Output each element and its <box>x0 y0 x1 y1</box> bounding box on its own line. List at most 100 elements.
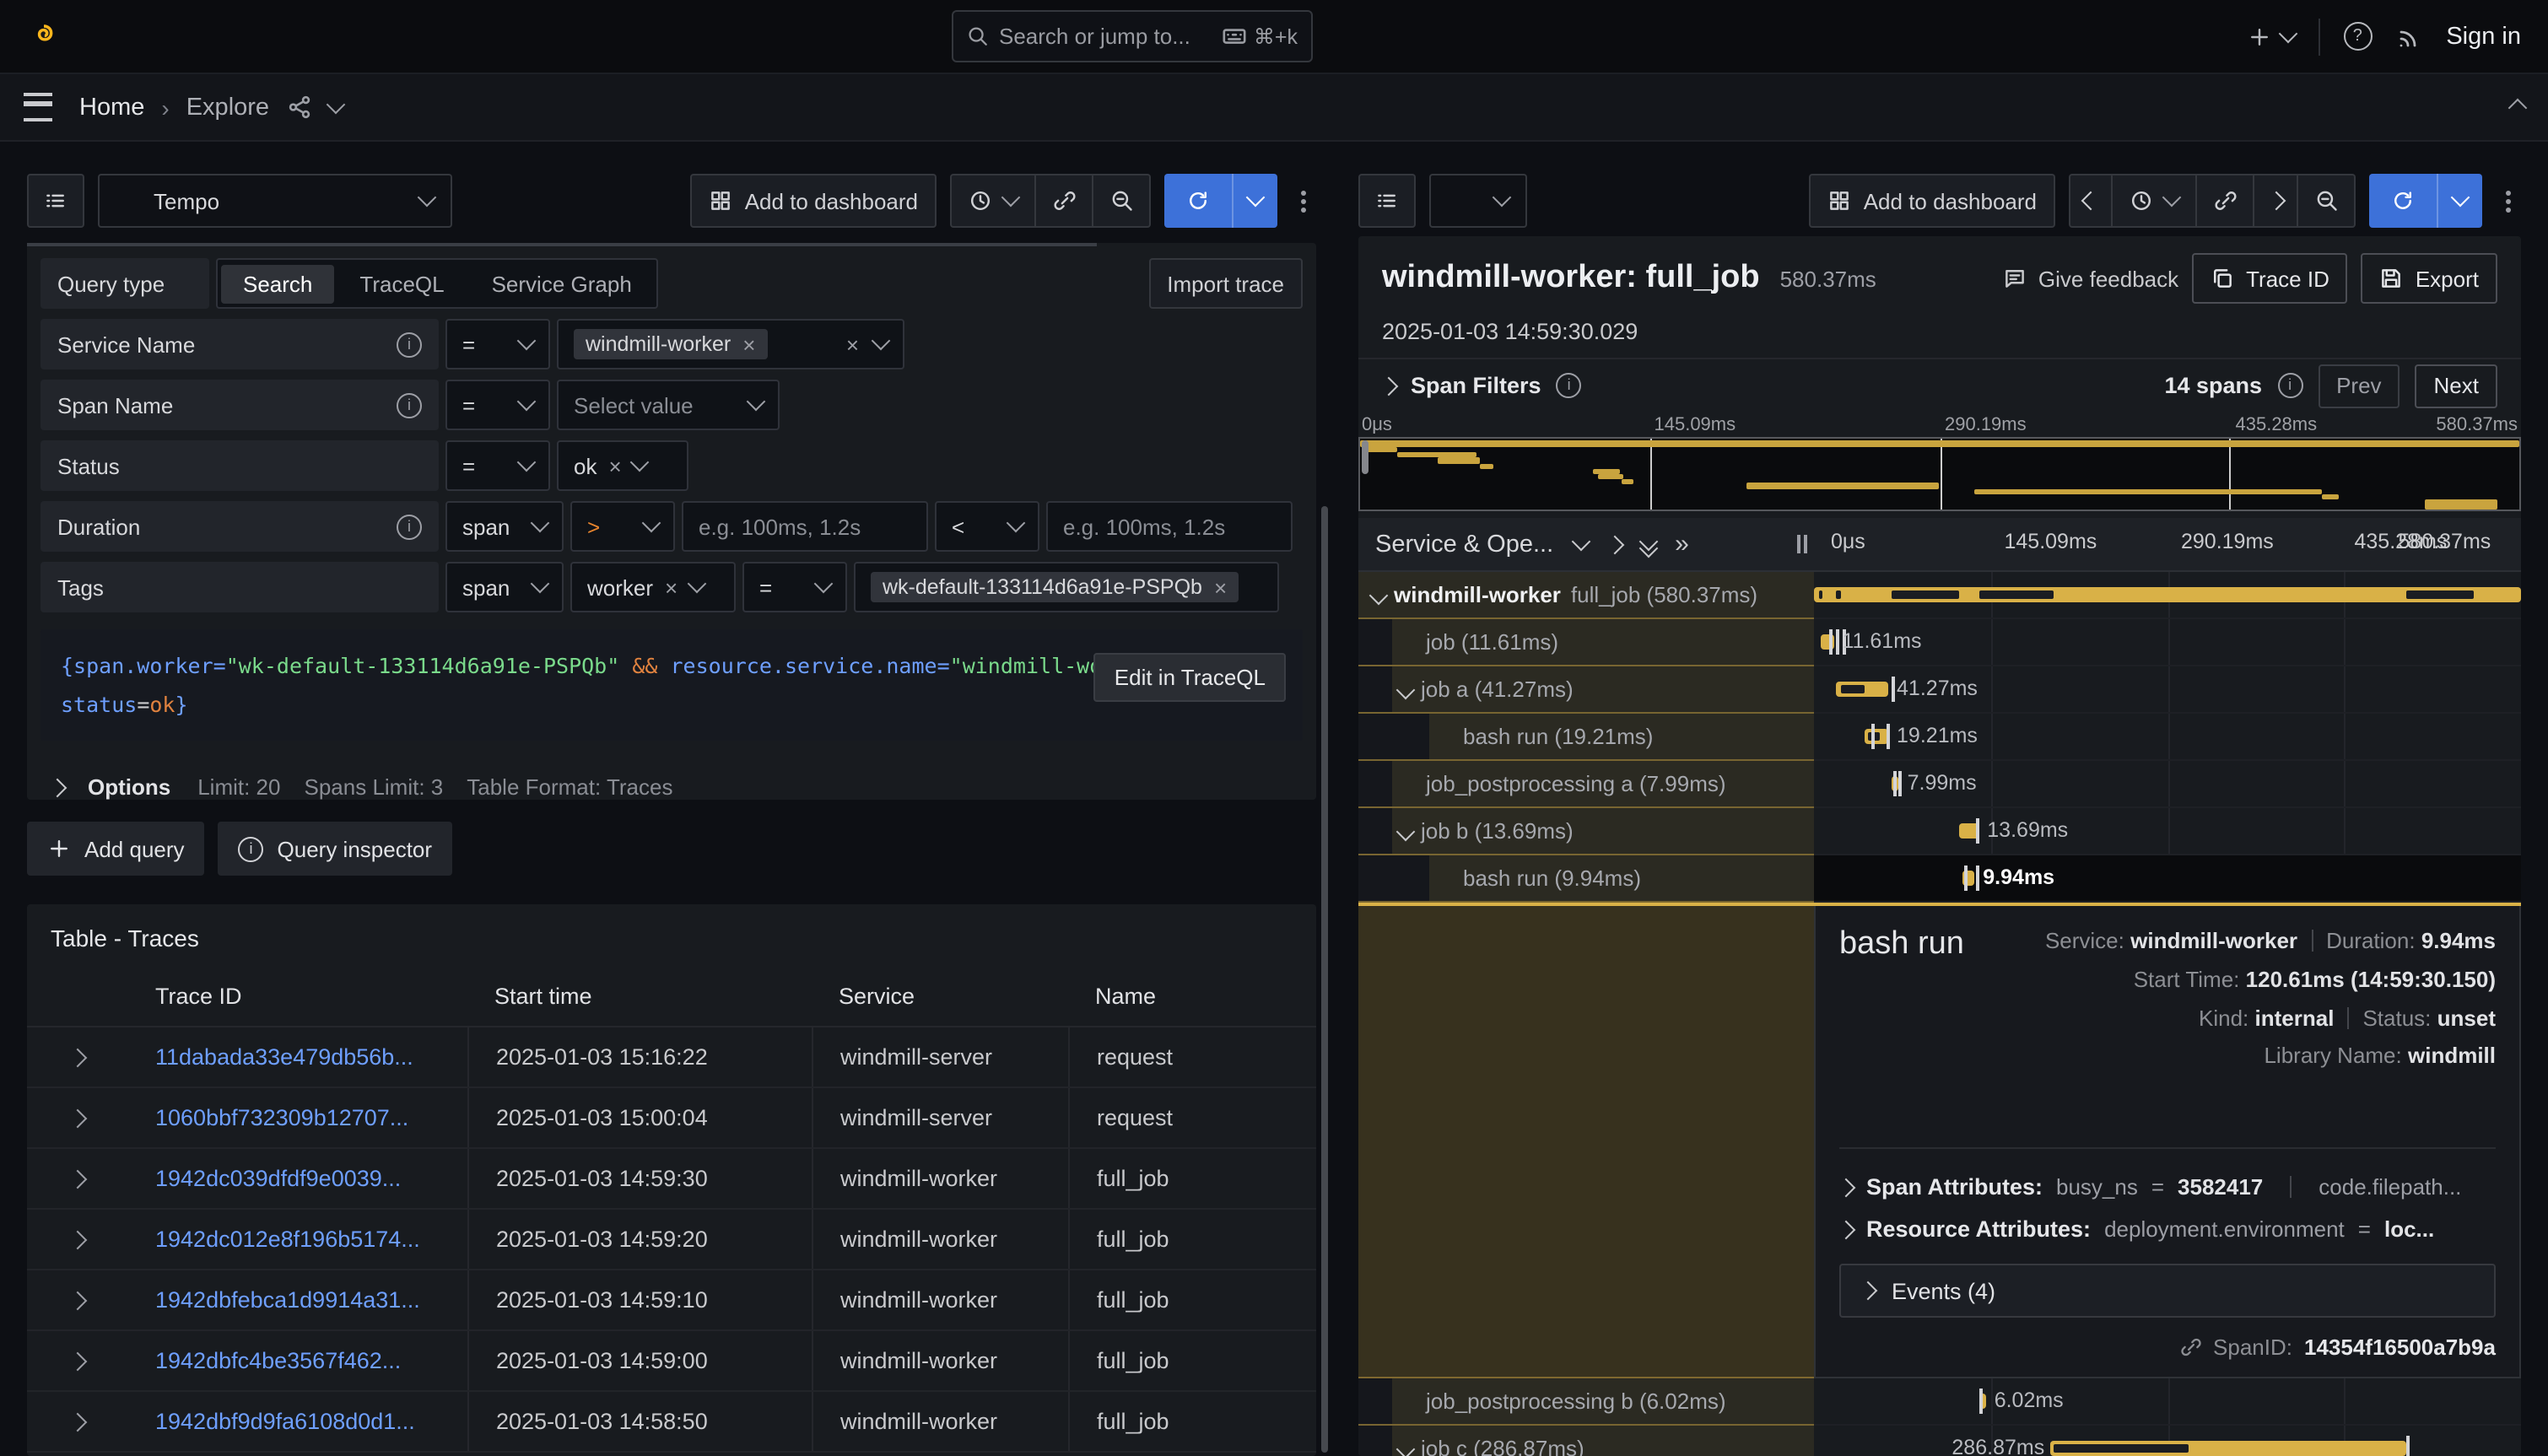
grafana-logo-icon[interactable] <box>22 14 66 58</box>
table-row[interactable]: 1942dbf9d9fa6108d0d1...2025-01-03 14:58:… <box>27 1392 1316 1453</box>
table-row[interactable]: 11dabada33e479db56b...2025-01-03 15:16:2… <box>27 1027 1316 1088</box>
menu-toggle-icon[interactable] <box>24 93 52 121</box>
span-name-cell[interactable]: windmill-workerfull_job (580.37ms) <box>1358 572 1814 619</box>
close-icon[interactable]: × <box>742 333 755 355</box>
span-bar-cell[interactable]: 13.69ms <box>1814 808 2521 855</box>
service-name-value-select[interactable]: windmill-worker× × <box>557 319 904 369</box>
span-bar-cell[interactable]: 11.61ms <box>1814 619 2521 666</box>
span-name-cell[interactable]: bash run (19.21ms) <box>1358 714 1814 761</box>
duration-lt-select[interactable]: < <box>935 501 1039 552</box>
trace-id-link[interactable]: 1942dbfebca1d9914a31... <box>128 1270 467 1329</box>
col-start-time[interactable]: Start time <box>467 983 812 1008</box>
row-expander[interactable] <box>27 1392 128 1451</box>
tab-traceql[interactable]: TraceQL <box>337 264 466 303</box>
row-expander[interactable] <box>27 1331 128 1390</box>
trace-id-link[interactable]: 1060bbf732309b12707... <box>128 1088 467 1147</box>
tags-scope-select[interactable]: span <box>445 562 564 612</box>
span-row[interactable]: job c (286.87ms)286.87ms <box>1358 1426 2521 1456</box>
span-name-cell[interactable]: job (11.61ms) <box>1358 619 1814 666</box>
table-row[interactable]: 1942dc039dfdf9e0039...2025-01-03 14:59:3… <box>27 1149 1316 1210</box>
span-row[interactable]: job_postprocessing b (6.02ms)6.02ms <box>1358 1378 2521 1426</box>
service-name-operator-select[interactable]: = <box>445 319 550 369</box>
tags-operator-select[interactable]: = <box>742 562 847 612</box>
row-expander[interactable] <box>27 1210 128 1269</box>
trace-id-link[interactable]: 1942dbf9d9fa6108d0d1... <box>128 1392 467 1451</box>
copy-link-button[interactable] <box>1036 174 1093 228</box>
breadcrumb-home[interactable]: Home <box>79 94 144 121</box>
resource-attributes-row[interactable]: Resource Attributes: deployment.environm… <box>1839 1208 2496 1250</box>
info-icon[interactable] <box>2277 373 2302 398</box>
copy-link-button[interactable] <box>2197 174 2254 228</box>
minimap-drag-handle[interactable] <box>1362 440 1368 474</box>
kebab-menu-icon[interactable] <box>2506 198 2511 203</box>
col-service[interactable]: Service <box>812 983 1068 1008</box>
info-icon[interactable] <box>397 392 422 418</box>
span-bar-cell[interactable] <box>1814 572 2521 619</box>
row-expander[interactable] <box>27 1027 128 1087</box>
row-expander[interactable] <box>27 1088 128 1147</box>
tags-key-select[interactable]: worker × <box>570 562 736 612</box>
run-query-interval-dropdown[interactable] <box>2437 174 2482 228</box>
expand-chevron-icon[interactable] <box>1396 1439 1416 1456</box>
info-icon[interactable] <box>397 332 422 357</box>
edit-in-traceql-button[interactable]: Edit in TraceQL <box>1094 653 1286 702</box>
table-row[interactable]: 1942dbfc4be3567f462...2025-01-03 14:59:0… <box>27 1331 1316 1392</box>
sign-in-link[interactable]: Sign in <box>2446 23 2521 50</box>
info-icon[interactable] <box>1557 373 1582 398</box>
query-rows-toggle-button[interactable] <box>1358 174 1416 228</box>
collapse-one-icon[interactable] <box>1605 535 1624 554</box>
span-filters-label[interactable]: Span Filters <box>1411 373 1541 398</box>
tags-value-select[interactable]: wk-default-133114d6a91e-PSPQb× <box>854 562 1279 612</box>
span-name-cell[interactable]: bash run (9.94ms) <box>1358 855 1814 903</box>
events-row[interactable]: Events (4) <box>1839 1264 2496 1318</box>
col-trace-id[interactable]: Trace ID <box>128 983 467 1008</box>
close-icon[interactable]: × <box>608 455 621 477</box>
span-bar-cell[interactable]: 41.27ms <box>1814 666 2521 714</box>
duration-min-input[interactable]: e.g. 100ms, 1.2s <box>682 501 928 552</box>
export-button[interactable]: Export <box>2362 253 2497 304</box>
span-name-cell[interactable]: job_postprocessing a (7.99ms) <box>1358 761 1814 808</box>
global-search-input[interactable]: Search or jump to... ⌘+k <box>952 10 1313 62</box>
close-icon[interactable]: × <box>1214 576 1227 598</box>
time-picker-button[interactable] <box>950 174 1036 228</box>
status-value-select[interactable]: ok × <box>557 440 688 491</box>
table-row[interactable]: 1942dc012e8f196b5174...2025-01-03 14:59:… <box>27 1210 1316 1270</box>
chevron-down-icon[interactable] <box>326 94 345 114</box>
breadcrumb-explore[interactable]: Explore <box>186 94 269 121</box>
span-name-operator-select[interactable]: = <box>445 380 550 430</box>
query-inspector-button[interactable]: Query inspector <box>219 822 453 876</box>
rss-icon[interactable] <box>2395 23 2422 50</box>
span-row[interactable]: bash run (9.94ms)9.94ms <box>1358 855 2521 903</box>
new-menu-button[interactable] <box>2247 24 2294 48</box>
span-row[interactable]: job (11.61ms)11.61ms <box>1358 619 2521 666</box>
span-name-cell[interactable]: job a (41.27ms) <box>1358 666 1814 714</box>
collapse-all-icon[interactable] <box>1641 534 1655 554</box>
link-icon[interactable] <box>2179 1336 2201 1358</box>
prev-span-button[interactable]: Prev <box>2318 364 2400 407</box>
span-bar-cell[interactable]: 19.21ms <box>1814 714 2521 761</box>
minimap-canvas[interactable] <box>1358 437 2521 511</box>
trace-id-link[interactable]: 1942dbfc4be3567f462... <box>128 1331 467 1390</box>
add-to-dashboard-button[interactable]: Add to dashboard <box>1810 174 2055 228</box>
table-row[interactable]: 1942dbfebca1d9914a31...2025-01-03 14:59:… <box>27 1270 1316 1331</box>
run-query-button[interactable] <box>1164 174 1232 228</box>
close-icon[interactable]: × <box>665 576 677 598</box>
run-query-interval-dropdown[interactable] <box>1232 174 1277 228</box>
span-row[interactable]: job a (41.27ms)41.27ms <box>1358 666 2521 714</box>
span-row[interactable]: windmill-workerfull_job (580.37ms) <box>1358 572 2521 619</box>
query-options-row[interactable]: Options Limit: 20 Spans Limit: 3 Table F… <box>40 762 1303 814</box>
table-row[interactable]: 1060bbf732309b12707...2025-01-03 15:00:0… <box>27 1088 1316 1149</box>
tag-value-chip[interactable]: wk-default-133114d6a91e-PSPQb× <box>871 572 1239 602</box>
span-bar-cell[interactable]: 286.87ms <box>1814 1426 2521 1456</box>
expand-all-icon[interactable]: » <box>1675 530 1689 558</box>
zoom-out-button[interactable] <box>2298 174 2356 228</box>
span-name-cell[interactable]: job_postprocessing b (6.02ms) <box>1358 1378 1814 1426</box>
add-to-dashboard-button[interactable]: Add to dashboard <box>691 174 937 228</box>
datasource-picker[interactable] <box>1429 174 1527 228</box>
row-expander[interactable] <box>27 1270 128 1329</box>
trace-id-link[interactable]: 11dabada33e479db56b... <box>128 1027 467 1087</box>
column-resize-handle[interactable] <box>1797 535 1807 553</box>
duration-scope-select[interactable]: span <box>445 501 564 552</box>
span-bar-cell[interactable]: 9.94ms <box>1814 855 2521 903</box>
col-name[interactable]: Name <box>1068 983 1316 1008</box>
